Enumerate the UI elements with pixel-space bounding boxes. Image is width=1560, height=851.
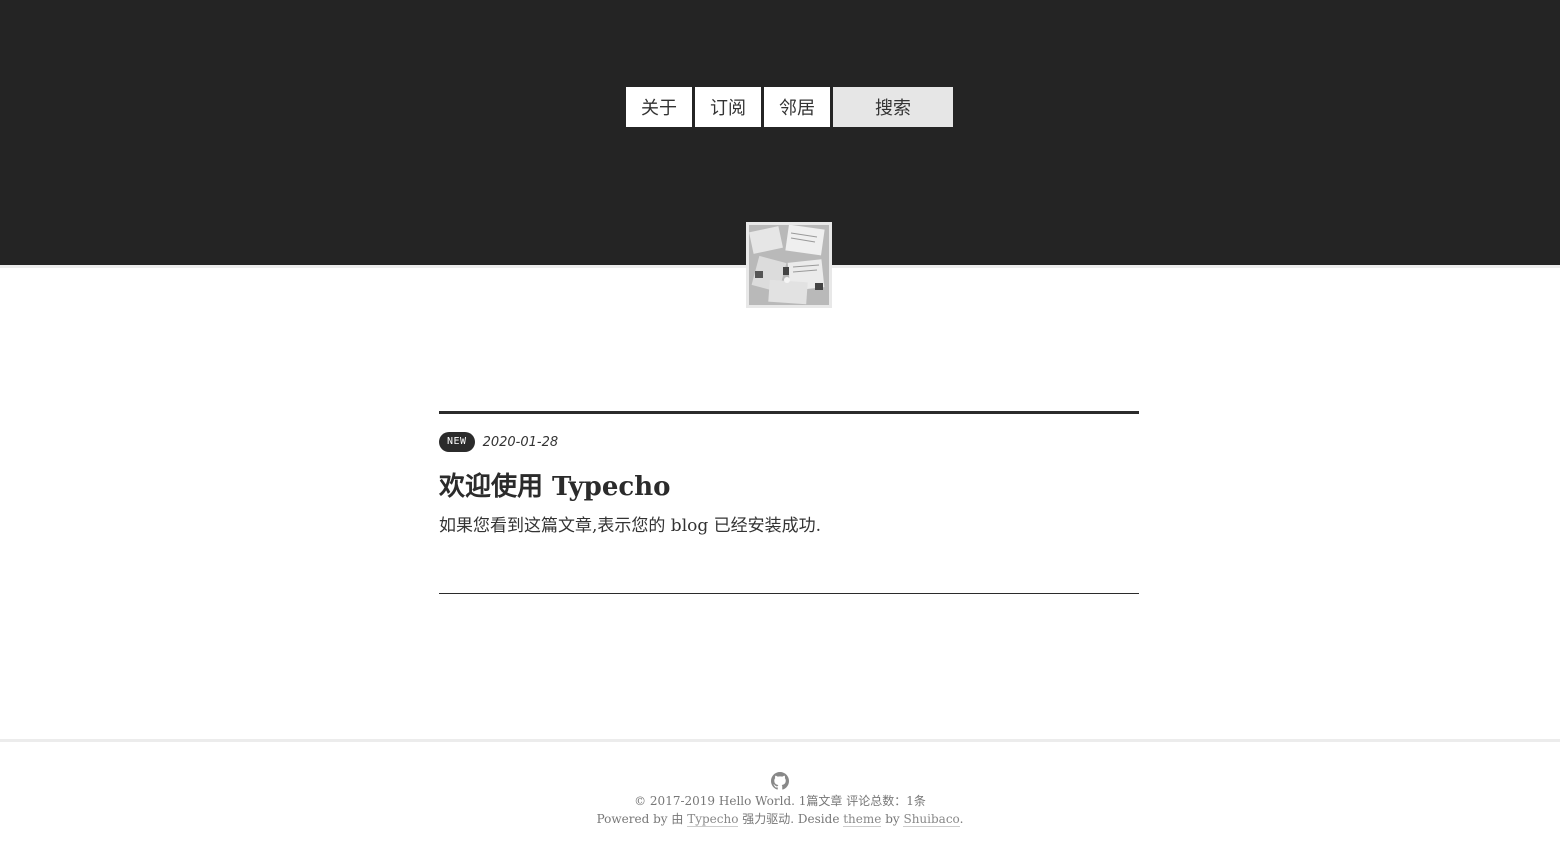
main-nav: 关于 订阅 邻居 搜索 bbox=[626, 87, 953, 127]
post-meta: NEW 2020-01-28 bbox=[439, 432, 558, 452]
theme-link[interactable]: theme bbox=[843, 812, 882, 827]
avatar[interactable] bbox=[746, 222, 832, 308]
nav-item-neighbors[interactable]: 邻居 bbox=[764, 87, 830, 127]
typecho-link[interactable]: Typecho bbox=[687, 812, 739, 827]
github-icon[interactable] bbox=[771, 772, 789, 790]
footer-copyright: © 2017-2019 Hello World. 1篇文章 评论总数：1条 bbox=[634, 794, 926, 808]
post-date: 2020-01-28 bbox=[482, 434, 559, 450]
footer-divider bbox=[0, 739, 1560, 742]
footer-by-text: by bbox=[881, 812, 904, 826]
post-excerpt: 如果您看到这篇文章,表示您的 blog 已经安装成功. bbox=[439, 516, 822, 536]
site-footer: © 2017-2019 Hello World. 1篇文章 评论总数：1条 Po… bbox=[0, 772, 1560, 828]
new-badge: NEW bbox=[439, 432, 475, 452]
nav-item-subscribe[interactable]: 订阅 bbox=[695, 87, 761, 127]
footer-end: . bbox=[959, 812, 964, 826]
nav-item-about[interactable]: 关于 bbox=[626, 87, 692, 127]
search-button[interactable]: 搜索 bbox=[833, 87, 953, 127]
footer-powered: Powered by 由 Typecho 强力驱动. Deside theme … bbox=[0, 810, 1560, 828]
post-bottom-divider bbox=[439, 593, 1139, 594]
footer-powered-prefix: Powered by 由 bbox=[596, 812, 688, 826]
avatar-image bbox=[749, 225, 829, 305]
post-top-divider bbox=[439, 411, 1139, 414]
author-link[interactable]: Shuibaco bbox=[903, 812, 960, 827]
post-title[interactable]: 欢迎使用 Typecho bbox=[439, 466, 670, 503]
footer-powered-mid: 强力驱动. Deside bbox=[738, 812, 844, 826]
